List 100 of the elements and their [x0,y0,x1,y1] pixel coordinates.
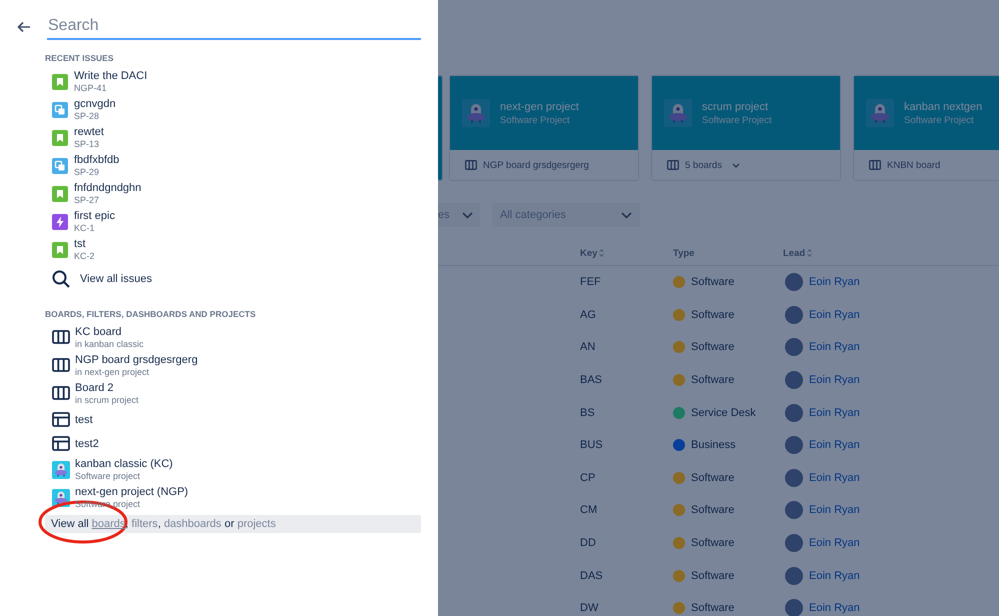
column-header[interactable]: Type [673,248,694,258]
avatar [785,436,803,454]
table-cell: Business [691,439,736,452]
search-result-item[interactable]: test [52,408,421,432]
issue-key: NGP-41 [74,83,148,94]
result-title: Board 2 [75,382,115,395]
result-subtitle: in scrum project [75,395,139,406]
search-result-item[interactable]: NGP board grsdgesrgerg in next-gen project [52,352,421,380]
board-icon [667,160,679,170]
avatar [785,566,803,585]
lead-link[interactable]: Eoin Ryan [809,602,860,614]
board-icon [52,357,70,375]
result-title: next-gen project (NGP) [75,486,188,499]
lead-link[interactable]: Eoin Ryan [809,537,860,550]
lead-link[interactable]: Eoin Ryan [809,406,860,419]
table-cell: Software [691,308,734,321]
avatar [785,371,803,390]
issue-title: rewtet [74,126,104,139]
table-cell-text: CM [580,504,598,516]
issue-item[interactable]: first epic KC-1 [52,208,421,236]
dropdown[interactable]: es [438,203,480,227]
table-cell-text: AN [580,341,596,354]
board-link[interactable]: KNBN board [887,160,940,170]
lead-link[interactable]: Eoin Ryan [809,308,860,321]
board-link[interactable]: NGP board grsdgesrgerg [483,160,589,170]
issue-item[interactable]: gcnvgdn SP-28 [52,96,421,124]
table-cell-text: CP [580,472,596,484]
issue-item[interactable]: fnfdndgndghn SP-27 [52,180,421,208]
avatar [785,468,803,487]
filter-icon [52,411,70,429]
lead-link[interactable]: Eoin Ryan [809,439,860,452]
issue-item[interactable]: fbdfxbfdb SP-29 [52,152,421,180]
avatar [785,404,803,422]
table-cell: Service Desk [691,406,756,419]
avatar [785,534,803,552]
search-result-item[interactable]: Board 2 in scrum project [52,380,421,408]
table-cell-text: BUS [580,439,604,452]
issue-key: SP-27 [74,195,142,206]
result-title: kanban classic (KC) [75,458,173,471]
issue-item[interactable]: Write the DACI NGP-41 [52,68,421,96]
avatar [785,501,803,520]
link[interactable]: projects [237,518,276,530]
result-subtitle: Software project [75,471,142,482]
issue-title: fnfdndgndghn [74,182,142,195]
section-heading: BOARDS, FILTERS, DASHBOARDS AND PROJECTS [45,309,257,319]
view-all-issues-link[interactable]: View all issues [52,269,421,289]
filter-icon [52,435,70,453]
table-cell: Software [691,504,734,516]
issue-title: fbdfxbfdb [74,154,120,167]
subtask-icon [52,158,68,174]
search-icon [52,270,70,288]
avatar [785,338,803,356]
story-icon [52,242,68,258]
issue-item[interactable]: tst KC-2 [52,236,421,264]
back-arrow-icon [17,21,31,33]
result-subtitle: in next-gen project [75,367,150,378]
issue-title: first epic [74,210,115,223]
table-cell-text: FEF [580,276,602,288]
table-cell-text: AG [580,308,597,321]
table-cell-text: DW [580,602,600,614]
issue-key: KC-1 [74,223,115,234]
issue-item[interactable]: rewtet SP-13 [52,124,421,152]
epic-icon [52,214,68,230]
link[interactable]: filters [132,518,158,530]
lead-link[interactable]: Eoin Ryan [809,276,860,288]
lead-link[interactable]: Eoin Ryan [809,341,860,354]
column-header[interactable]: Lead [783,248,806,258]
issue-key: KC-2 [74,251,95,262]
link[interactable]: dashboards [164,518,222,530]
board-icon [52,329,70,347]
lead-link[interactable]: Eoin Ryan [809,472,860,484]
search-result-item[interactable]: KC board in kanban classic [52,324,421,352]
table-cell-text: BS [580,406,596,419]
table-cell: Software [691,374,734,386]
avatar [785,599,803,616]
search-result-item[interactable]: kanban classic (KC) Software project [52,456,421,484]
result-subtitle: in kanban classic [75,339,144,350]
table-cell: Software [691,472,734,484]
project-type: Software Project [702,114,772,126]
board-link[interactable]: 5 boards [685,160,722,170]
board-icon [869,160,881,170]
board-icon [465,160,477,170]
section-heading: RECENT ISSUES [45,53,114,63]
issue-key: SP-28 [74,111,116,122]
table-cell: Software [691,341,734,354]
dropdown[interactable]: All categories [492,203,640,227]
lead-link[interactable]: Eoin Ryan [809,570,860,582]
table-cell: Software [691,602,734,614]
lead-link[interactable]: Eoin Ryan [809,504,860,516]
project-name: kanban nextgen [904,100,982,112]
lead-link[interactable]: Eoin Ryan [809,374,860,386]
search-result-item[interactable]: test2 [52,432,421,456]
table-cell-text: DD [580,537,597,550]
project-avatar-icon [664,99,692,127]
project-avatar-icon [52,461,70,479]
column-header[interactable]: Key [580,248,598,258]
story-icon [52,74,68,90]
board-icon [52,385,70,403]
result-title: NGP board grsdgesrgerg [75,354,198,367]
result-title: KC board [75,326,122,339]
